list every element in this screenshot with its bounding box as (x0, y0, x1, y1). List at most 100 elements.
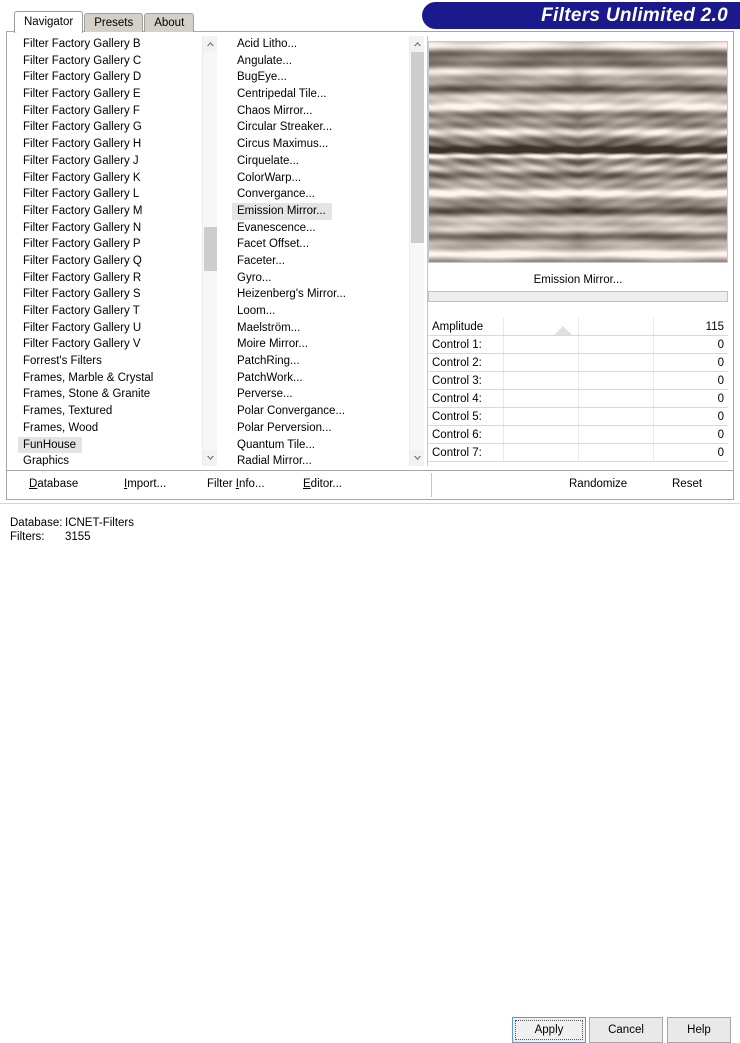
category-row[interactable]: Filter Factory Gallery N (12, 220, 201, 237)
filter-row[interactable]: Polar Convergance... (226, 403, 408, 420)
scroll-down-icon[interactable] (410, 450, 424, 466)
category-row[interactable]: Filter Factory Gallery S (12, 286, 201, 303)
category-row[interactable]: Filter Factory Gallery G (12, 119, 201, 136)
filter-row[interactable]: Heizenberg's Mirror... (226, 286, 408, 303)
category-scroll-thumb[interactable] (204, 227, 217, 271)
category-row[interactable]: Filter Factory Gallery F (12, 103, 201, 120)
scroll-up-icon[interactable] (410, 36, 424, 52)
parameter-row[interactable]: Control 2: 0 (428, 354, 728, 372)
category-row[interactable]: Filter Factory Gallery B (12, 36, 201, 53)
status-filters-value: 3155 (65, 531, 91, 543)
category-row[interactable]: FunHouse (18, 436, 83, 454)
parameter-row[interactable]: Control 5: 0 (428, 408, 728, 426)
category-row[interactable]: Filter Factory Gallery D (12, 69, 201, 86)
filter-row[interactable]: Circular Streaker... (226, 119, 408, 136)
filter-items[interactable]: Acid Litho... Angulate... BugEye... Centrip… (226, 36, 408, 466)
brand-banner: Filters Unlimited 2.0 (422, 2, 740, 29)
category-row[interactable]: Forrest's Filters (12, 353, 201, 370)
category-row[interactable]: Filter Factory Gallery T (12, 303, 201, 320)
filter-row[interactable]: Radial Mirror... (226, 453, 408, 466)
category-row[interactable]: Filter Factory Gallery M (12, 203, 201, 220)
editor-label-rest: ditor... (310, 478, 342, 490)
filter-row[interactable]: Evanescence... (226, 220, 408, 237)
parameter-value: 0 (717, 375, 724, 387)
category-row[interactable]: Filter Factory Gallery H (12, 136, 201, 153)
parameter-row[interactable]: Amplitude 115 (428, 318, 728, 336)
parameter-tick (503, 372, 504, 389)
filter-row[interactable]: Moire Mirror... (226, 336, 408, 353)
tab-about[interactable]: About (144, 13, 195, 32)
filter-row[interactable]: Gyro... (226, 270, 408, 287)
category-listbox[interactable]: Filter Factory Gallery B Filter Factory G… (12, 36, 217, 466)
category-row[interactable]: Filter Factory Gallery L (12, 186, 201, 203)
parameter-row[interactable]: Control 7: 0 (428, 444, 728, 462)
category-items[interactable]: Filter Factory Gallery B Filter Factory G… (12, 36, 201, 466)
cancel-button[interactable]: Cancel (589, 1017, 663, 1043)
status-bar: Database: ICNET-Filters Filters: 3155 Ap… (0, 503, 740, 1043)
filter-info-prefix: Filter (207, 478, 236, 490)
category-row[interactable]: Filter Factory Gallery R (12, 270, 201, 287)
category-row[interactable]: Frames, Marble & Crystal (12, 370, 201, 387)
parameter-tick (653, 354, 654, 371)
category-row[interactable]: Frames, Wood (12, 420, 201, 437)
category-row[interactable]: Filter Factory Gallery K (12, 170, 201, 187)
parameter-row[interactable]: Control 3: 0 (428, 372, 728, 390)
tab-presets[interactable]: Presets (84, 13, 144, 32)
filter-row[interactable]: Centripedal Tile... (226, 86, 408, 103)
filter-row[interactable]: Emission Mirror... (232, 202, 332, 220)
filter-row[interactable]: PatchWork... (226, 370, 408, 387)
randomize-button[interactable]: Randomize (569, 478, 627, 490)
apply-button[interactable]: Apply (512, 1017, 586, 1043)
category-row[interactable]: Filter Factory Gallery C (12, 53, 201, 70)
database-button[interactable]: Database (29, 478, 78, 490)
parameter-value: 0 (717, 393, 724, 405)
category-scrollbar[interactable] (202, 36, 217, 466)
category-row[interactable]: Filter Factory Gallery P (12, 236, 201, 253)
filter-row[interactable]: Convergance... (226, 186, 408, 203)
filter-row[interactable]: Cirquelate... (226, 153, 408, 170)
filter-row[interactable]: ColorWarp... (226, 170, 408, 187)
filter-row[interactable]: Perverse... (226, 386, 408, 403)
parameter-tick (578, 426, 579, 443)
category-row[interactable]: Filter Factory Gallery E (12, 86, 201, 103)
category-row[interactable]: Filter Factory Gallery J (12, 153, 201, 170)
filter-row[interactable]: Angulate... (226, 53, 408, 70)
category-row[interactable]: Frames, Textured (12, 403, 201, 420)
filter-info-button[interactable]: Filter Info... (207, 478, 265, 490)
scroll-down-icon[interactable] (203, 450, 217, 466)
category-row[interactable]: Filter Factory Gallery U (12, 320, 201, 337)
parameter-tick (653, 408, 654, 425)
editor-button[interactable]: Editor... (303, 478, 342, 490)
reset-button[interactable]: Reset (672, 478, 702, 490)
filter-listbox[interactable]: Acid Litho... Angulate... BugEye... Centrip… (226, 36, 424, 466)
parameter-slider-marker[interactable] (554, 326, 572, 335)
filter-row[interactable]: Polar Perversion... (226, 420, 408, 437)
category-row[interactable]: Frames, Stone & Granite (12, 386, 201, 403)
help-button[interactable]: Help (667, 1017, 731, 1043)
parameter-tick (578, 336, 579, 353)
category-row[interactable]: Filter Factory Gallery V (12, 336, 201, 353)
filter-scrollbar[interactable] (409, 36, 424, 466)
parameter-value: 0 (717, 429, 724, 441)
parameter-row[interactable]: Control 4: 0 (428, 390, 728, 408)
category-row[interactable]: Graphics (12, 453, 201, 466)
preview-canvas[interactable] (429, 42, 727, 262)
filter-row[interactable]: Chaos Mirror... (226, 103, 408, 120)
category-row[interactable]: Filter Factory Gallery Q (12, 253, 201, 270)
filter-scroll-thumb[interactable] (411, 52, 424, 243)
parameter-row[interactable]: Control 1: 0 (428, 336, 728, 354)
filter-row[interactable]: PatchRing... (226, 353, 408, 370)
tab-navigator[interactable]: Navigator (14, 11, 84, 33)
filter-row[interactable]: Maelström... (226, 320, 408, 337)
filter-row[interactable]: Loom... (226, 303, 408, 320)
filter-row[interactable]: Faceter... (226, 253, 408, 270)
parameter-row[interactable]: Control 6: 0 (428, 426, 728, 444)
filter-row[interactable]: Circus Maximus... (226, 136, 408, 153)
preview-image-box[interactable] (428, 41, 728, 263)
filter-row[interactable]: Quantum Tile... (226, 437, 408, 454)
filter-row[interactable]: BugEye... (226, 69, 408, 86)
filter-row[interactable]: Acid Litho... (226, 36, 408, 53)
import-button[interactable]: Import... (124, 478, 166, 490)
filter-row[interactable]: Facet Offset... (226, 236, 408, 253)
scroll-up-icon[interactable] (203, 36, 217, 52)
